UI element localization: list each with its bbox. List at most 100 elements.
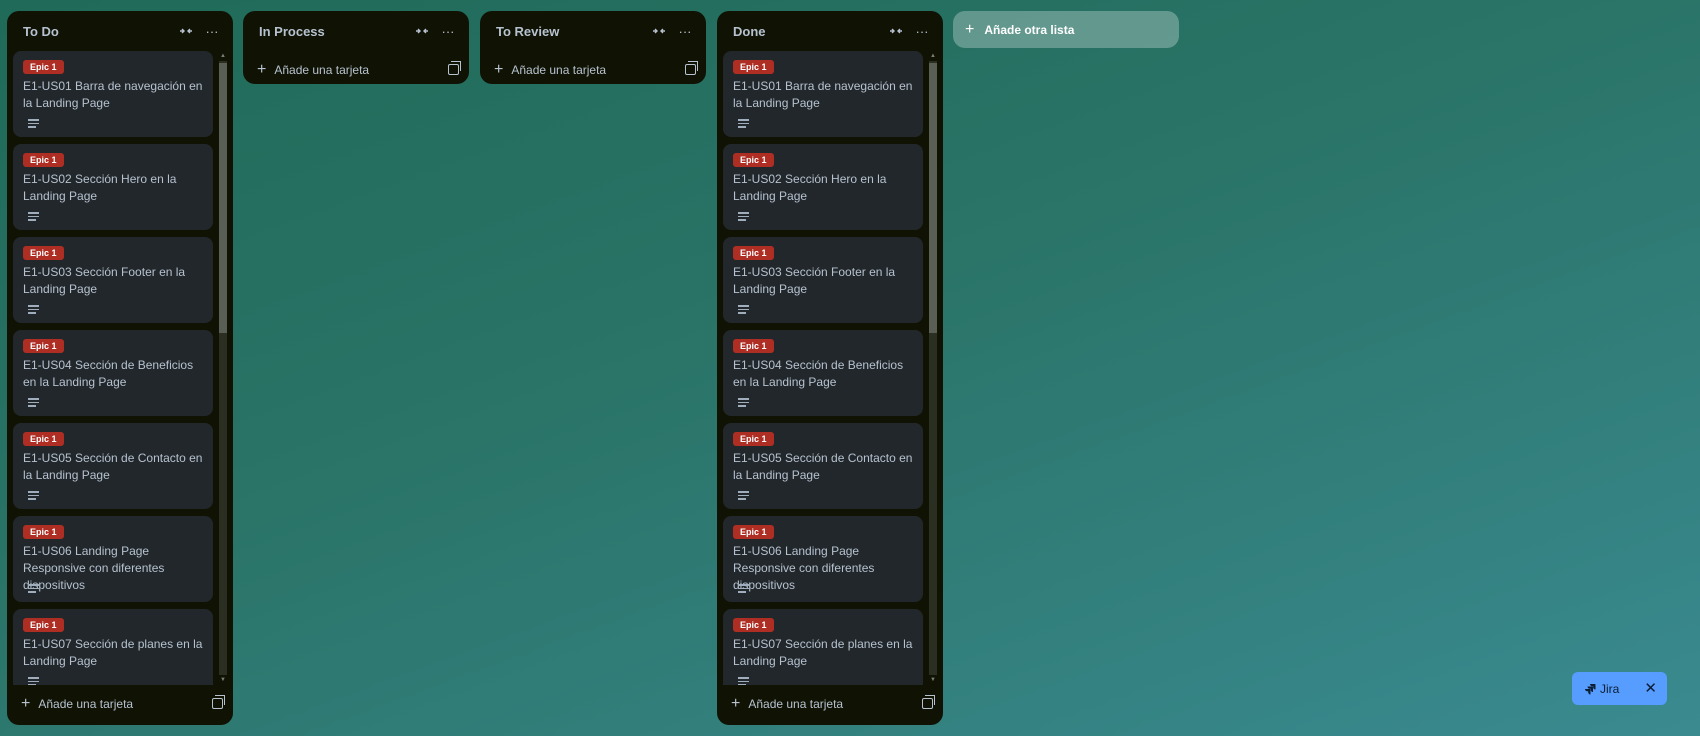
more-options-icon[interactable]: ··· (909, 18, 935, 44)
card-title: E1-US07 Sección de planes en la Landing … (733, 637, 913, 668)
add-card-button[interactable]: + Añade una tarjeta (7, 685, 233, 722)
card-title: E1-US04 Sección de Beneficios en la Land… (23, 358, 194, 389)
description-icon (738, 491, 749, 500)
card-list: Epic 1 E1-US01 Barra de navegación en la… (717, 51, 943, 685)
card[interactable]: Epic 1 E1-US06 Landing Page Responsive c… (723, 516, 923, 602)
card[interactable]: Epic 1 E1-US04 Sección de Beneficios en … (13, 330, 213, 416)
description-icon (28, 305, 39, 314)
card[interactable]: Epic 1 E1-US02 Sección Hero en la Landin… (13, 144, 213, 230)
collapse-list-icon[interactable] (646, 18, 672, 44)
epic-badge: Epic 1 (23, 60, 64, 74)
jira-widget[interactable]: Jira ✕ (1572, 672, 1667, 705)
collapse-list-icon[interactable] (409, 18, 435, 44)
epic-badge: Epic 1 (23, 153, 64, 167)
close-icon[interactable]: ✕ (1644, 681, 1657, 696)
description-icon (738, 677, 749, 685)
list-header: To Review ··· (480, 11, 706, 51)
list-title[interactable]: To Do (23, 24, 173, 39)
description-icon (28, 677, 39, 685)
scrollbar-thumb[interactable] (929, 63, 937, 333)
scrollbar-thumb[interactable] (219, 63, 227, 333)
card[interactable]: Epic 1 E1-US06 Landing Page Responsive c… (13, 516, 213, 602)
list-title[interactable]: Done (733, 24, 883, 39)
epic-badge: Epic 1 (733, 246, 774, 260)
card-template-icon[interactable] (212, 695, 225, 709)
card[interactable]: Epic 1 E1-US07 Sección de planes en la L… (13, 609, 213, 685)
scrollbar[interactable]: ▲ ▼ (929, 51, 937, 685)
card-title: E1-US02 Sección Hero en la Landing Page (733, 172, 887, 203)
epic-badge: Epic 1 (733, 339, 774, 353)
card-template-icon[interactable] (685, 61, 698, 75)
description-icon (28, 212, 39, 221)
description-icon (28, 119, 39, 128)
card[interactable]: Epic 1 E1-US04 Sección de Beneficios en … (723, 330, 923, 416)
card-title: E1-US04 Sección de Beneficios en la Land… (733, 358, 904, 389)
card-title: E1-US03 Sección Footer en la Landing Pag… (733, 265, 896, 296)
list-header: In Process ··· (243, 11, 469, 51)
list-header: Done ··· (717, 11, 943, 51)
card[interactable]: Epic 1 E1-US03 Sección Footer en la Land… (723, 237, 923, 323)
card[interactable]: Epic 1 E1-US01 Barra de navegación en la… (13, 51, 213, 137)
scroll-down-icon[interactable]: ▼ (219, 675, 227, 685)
card-title: E1-US03 Sección Footer en la Landing Pag… (23, 265, 186, 296)
epic-badge: Epic 1 (733, 153, 774, 167)
add-card-label: Añade una tarjeta (748, 696, 844, 711)
description-icon (738, 584, 749, 593)
more-options-icon[interactable]: ··· (672, 18, 698, 44)
add-list-label: Añade otra lista (984, 22, 1075, 37)
description-icon (28, 398, 39, 407)
epic-badge: Epic 1 (23, 246, 64, 260)
card-list: Epic 1 E1-US01 Barra de navegación en la… (7, 51, 233, 685)
scroll-down-icon[interactable]: ▼ (929, 675, 937, 685)
card-title: E1-US01 Barra de navegación en la Landin… (733, 79, 913, 110)
epic-badge: Epic 1 (733, 432, 774, 446)
description-icon (738, 305, 749, 314)
add-card-button[interactable]: + Añade una tarjeta (717, 685, 943, 722)
scrollbar[interactable]: ▲ ▼ (219, 51, 227, 685)
card[interactable]: Epic 1 E1-US01 Barra de navegación en la… (723, 51, 923, 137)
card[interactable]: Epic 1 E1-US07 Sección de planes en la L… (723, 609, 923, 685)
add-card-label: Añade una tarjeta (274, 62, 370, 77)
card-title: E1-US07 Sección de planes en la Landing … (23, 637, 203, 668)
plus-icon: + (21, 694, 31, 712)
add-list-button[interactable]: + Añade otra lista (953, 11, 1179, 48)
more-options-icon[interactable]: ··· (199, 18, 225, 44)
card-template-icon[interactable] (448, 61, 461, 75)
epic-badge: Epic 1 (733, 60, 774, 74)
description-icon (28, 491, 39, 500)
list-to-review: To Review ··· + Añade una tarjeta (480, 11, 706, 84)
scroll-up-icon[interactable]: ▲ (929, 51, 937, 61)
card-title: E1-US05 Sección de Contacto en la Landin… (23, 451, 203, 482)
card-template-icon[interactable] (922, 695, 935, 709)
collapse-list-icon[interactable] (173, 18, 199, 44)
card-title: E1-US02 Sección Hero en la Landing Page (23, 172, 177, 203)
add-card-button[interactable]: + Añade una tarjeta (243, 51, 469, 88)
description-icon (738, 212, 749, 221)
scroll-up-icon[interactable]: ▲ (219, 51, 227, 61)
plus-icon: + (731, 694, 741, 712)
card-title: E1-US06 Landing Page Responsive con dife… (23, 544, 165, 592)
add-card-label: Añade una tarjeta (38, 696, 134, 711)
list-to-do: To Do ··· Epic 1 E1-US01 Barra de navega… (7, 11, 233, 725)
card-title: E1-US06 Landing Page Responsive con dife… (733, 544, 875, 592)
card-title: E1-US01 Barra de navegación en la Landin… (23, 79, 203, 110)
card[interactable]: Epic 1 E1-US02 Sección Hero en la Landin… (723, 144, 923, 230)
add-card-button[interactable]: + Añade una tarjeta (480, 51, 706, 88)
jira-label[interactable]: Jira (1600, 682, 1644, 696)
epic-badge: Epic 1 (23, 618, 64, 632)
plus-icon: + (257, 60, 267, 78)
card[interactable]: Epic 1 E1-US03 Sección Footer en la Land… (13, 237, 213, 323)
list-title[interactable]: In Process (259, 24, 409, 39)
description-icon (28, 584, 39, 593)
card[interactable]: Epic 1 E1-US05 Sección de Contacto en la… (723, 423, 923, 509)
collapse-list-icon[interactable] (883, 18, 909, 44)
cards: Epic 1 E1-US01 Barra de navegación en la… (723, 51, 923, 685)
list-header: To Do ··· (7, 11, 233, 51)
board: To Do ··· Epic 1 E1-US01 Barra de navega… (0, 0, 1700, 736)
card[interactable]: Epic 1 E1-US05 Sección de Contacto en la… (13, 423, 213, 509)
cards: Epic 1 E1-US01 Barra de navegación en la… (13, 51, 213, 685)
list-title[interactable]: To Review (496, 24, 646, 39)
jira-logo-icon (1585, 683, 1596, 694)
more-options-icon[interactable]: ··· (435, 18, 461, 44)
plus-icon: + (965, 20, 975, 38)
